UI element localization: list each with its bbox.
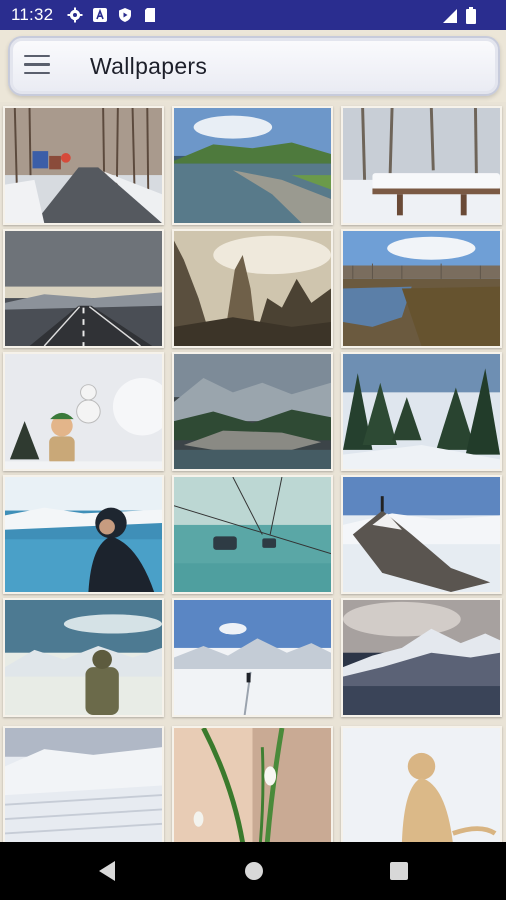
navigation-bar [0,842,506,900]
wallpaper-thumbnail[interactable] [341,229,502,348]
wallpaper-thumbnail[interactable] [341,726,502,842]
app-bar: Wallpapers [8,36,500,96]
wallpaper-thumbnail[interactable] [3,598,164,717]
home-button[interactable] [244,861,264,886]
wallpaper-thumbnail[interactable] [3,726,164,842]
status-bar: 11:32 [0,0,506,30]
hamburger-menu-icon[interactable] [24,55,50,75]
wallpaper-thumbnail[interactable] [341,598,502,717]
wallpaper-thumbnail[interactable] [172,598,333,717]
wallpaper-thumbnail[interactable] [172,475,333,594]
wallpaper-thumbnail[interactable] [3,352,164,471]
wallpaper-thumbnail[interactable] [3,106,164,225]
wallpaper-thumbnail[interactable] [341,352,502,471]
recents-button[interactable] [390,862,408,885]
wallpaper-thumbnail[interactable] [172,106,333,225]
settings-icon [67,7,83,23]
wallpaper-thumbnail[interactable] [3,229,164,348]
page-title: Wallpapers [90,53,208,79]
app-bar-container: Wallpapers [0,30,506,102]
back-button[interactable] [97,860,117,887]
wallpaper-thumbnail[interactable] [172,229,333,348]
sd-card-icon [142,7,158,23]
wallpaper-thumbnail[interactable] [3,475,164,594]
battery-icon [466,7,476,29]
font-icon [92,7,108,23]
status-time: 11:32 [11,5,54,24]
wallpaper-thumbnail[interactable] [341,475,502,594]
wallpaper-thumbnail[interactable] [341,106,502,225]
wallpaper-grid[interactable] [0,102,506,842]
wallpaper-thumbnail[interactable] [172,726,333,842]
wallpaper-thumbnail[interactable] [172,352,333,471]
signal-icon [442,8,458,29]
play-protect-icon [117,7,133,23]
